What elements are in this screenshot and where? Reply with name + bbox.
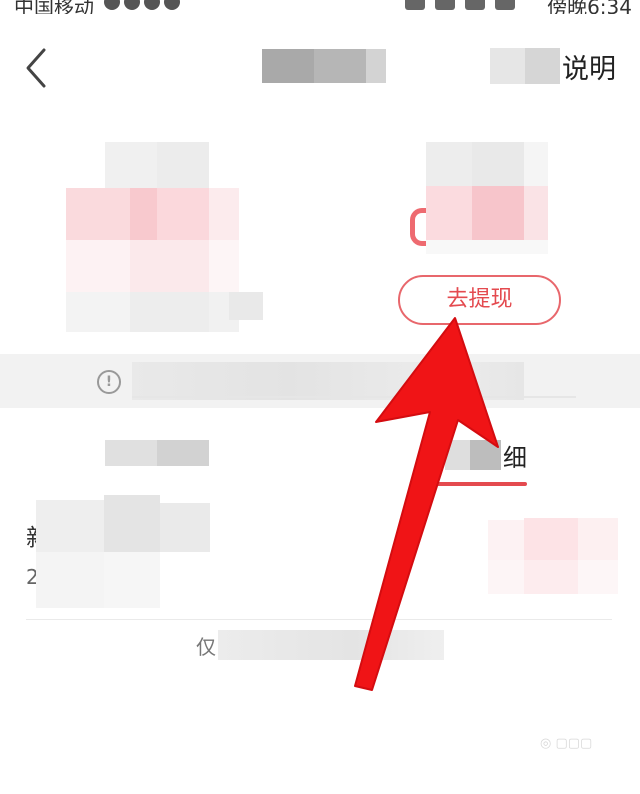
notification-icons xyxy=(104,0,180,10)
notice-bar[interactable]: ! xyxy=(0,354,640,408)
tab-label-suffix: 细 xyxy=(503,443,527,472)
explain-label: 说明 xyxy=(562,53,616,85)
battery-icon xyxy=(495,0,515,10)
withdraw-button[interactable]: 去提现 xyxy=(398,275,561,325)
balance-digit-partial xyxy=(410,208,426,246)
tab-details[interactable]: 细 xyxy=(445,440,527,472)
chat-notification-icon xyxy=(144,0,160,10)
active-tab-indicator xyxy=(433,482,527,486)
clock-label: 傍晚6:34 xyxy=(547,0,632,14)
status-bar: 中国移动 傍晚6:34 xyxy=(0,0,640,14)
chevron-left-icon xyxy=(26,48,46,88)
alarm-icon xyxy=(405,0,425,10)
notice-underline xyxy=(132,396,576,398)
tab-left-redacted[interactable] xyxy=(105,440,209,466)
system-icons xyxy=(405,0,515,10)
app-notification-icon xyxy=(164,0,180,10)
tab-label-redacted xyxy=(445,440,501,470)
page-title-redacted xyxy=(262,49,386,83)
list-divider xyxy=(26,619,612,620)
carrier-label: 中国移动 xyxy=(14,0,94,14)
back-button[interactable] xyxy=(20,46,60,90)
explain-redacted xyxy=(490,48,560,84)
wifi-icon xyxy=(435,0,455,10)
explain-link[interactable]: 说明 xyxy=(490,48,616,85)
info-icon: ! xyxy=(97,370,121,394)
signal-icon xyxy=(465,0,485,10)
app-notification-icon xyxy=(124,0,140,10)
footer-text-redacted xyxy=(218,630,444,660)
footer-note: 仅 xyxy=(196,630,444,660)
notice-text-redacted xyxy=(132,362,524,400)
footer-prefix: 仅 xyxy=(196,634,216,659)
app-notification-icon xyxy=(104,0,120,10)
watermark-logo: ◎ ▢▢▢ xyxy=(540,736,593,751)
